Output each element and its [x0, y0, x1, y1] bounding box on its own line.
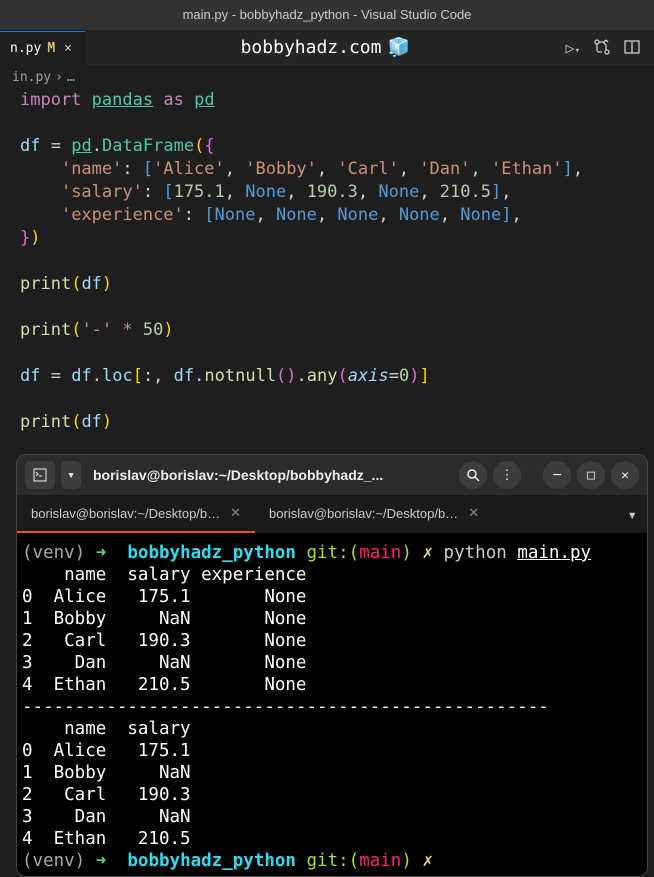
terminal-tab-2-close-icon[interactable]: ✕ [468, 505, 479, 521]
terminal-tab-new-icon[interactable]: ▾ [617, 495, 647, 533]
cube-icon: 🧊 [387, 37, 409, 58]
split-editor-icon[interactable] [624, 39, 640, 57]
breadcrumb[interactable]: in.py › … [0, 65, 654, 89]
terminal-window: ▾ borislav@borislav:~/Desktop/bobbyhadz_… [16, 454, 648, 877]
editor-tab-main-py[interactable]: n.py M × [0, 30, 85, 65]
terminal-divider: ----------------------------------------… [22, 697, 549, 717]
terminal-tab-2[interactable]: borislav@borislav:~/Desktop/b… ✕ [255, 495, 493, 533]
terminal-title: borislav@borislav:~/Desktop/bobbyhadz_..… [87, 467, 453, 483]
editor-actions: ▷▾ [566, 39, 654, 57]
editor-tab-row: n.py M × bobbyhadz.com 🧊 ▷▾ [0, 30, 654, 65]
terminal-tab-1-close-icon[interactable]: ✕ [230, 505, 241, 521]
window-title: main.py - bobbyhadz_python - Visual Stud… [183, 7, 472, 22]
terminal-minimize-icon[interactable]: ─ [543, 461, 571, 489]
run-icon[interactable]: ▷▾ [566, 39, 580, 57]
terminal-tab-1[interactable]: borislav@borislav:~/Desktop/b… ✕ [17, 495, 255, 533]
terminal-output-2: name salary 0 Alice 175.1 1 Bobby NaN 2 … [22, 719, 191, 849]
terminal-titlebar: ▾ borislav@borislav:~/Desktop/bobbyhadz_… [17, 455, 647, 495]
terminal-output-1: name salary experience 0 Alice 175.1 Non… [22, 565, 306, 695]
breadcrumb-rest: … [67, 70, 75, 85]
tab-filename: n.py [10, 41, 41, 56]
breadcrumb-file: in.py [12, 70, 51, 85]
terminal-tab-2-label: borislav@borislav:~/Desktop/b… [269, 506, 458, 521]
terminal-maximize-icon[interactable]: □ [577, 461, 605, 489]
terminal-menu-icon[interactable]: ⋮ [493, 461, 521, 489]
tab-modified-marker: M [47, 41, 55, 56]
git-compare-icon[interactable] [594, 39, 610, 57]
breadcrumb-sep: › [55, 70, 63, 85]
terminal-tab-1-label: borislav@borislav:~/Desktop/b… [31, 506, 220, 521]
site-title: bobbyhadz.com [241, 37, 382, 58]
terminal-tab-row: borislav@borislav:~/Desktop/b… ✕ borisla… [17, 495, 647, 533]
terminal-output[interactable]: (venv) ➜ bobbyhadz_python git:(main) ✗ p… [17, 533, 647, 877]
code-editor[interactable]: import pandas as pd df = pd.DataFrame({ … [0, 89, 654, 444]
tab-center-title: bobbyhadz.com 🧊 [85, 37, 566, 58]
terminal-search-icon[interactable] [459, 461, 487, 489]
tab-close-icon[interactable]: × [61, 41, 75, 56]
terminal-icon[interactable] [25, 461, 55, 489]
window-titlebar: main.py - bobbyhadz_python - Visual Stud… [0, 0, 654, 30]
terminal-dropdown-icon[interactable]: ▾ [61, 461, 81, 489]
terminal-close-icon[interactable]: ✕ [611, 461, 639, 489]
